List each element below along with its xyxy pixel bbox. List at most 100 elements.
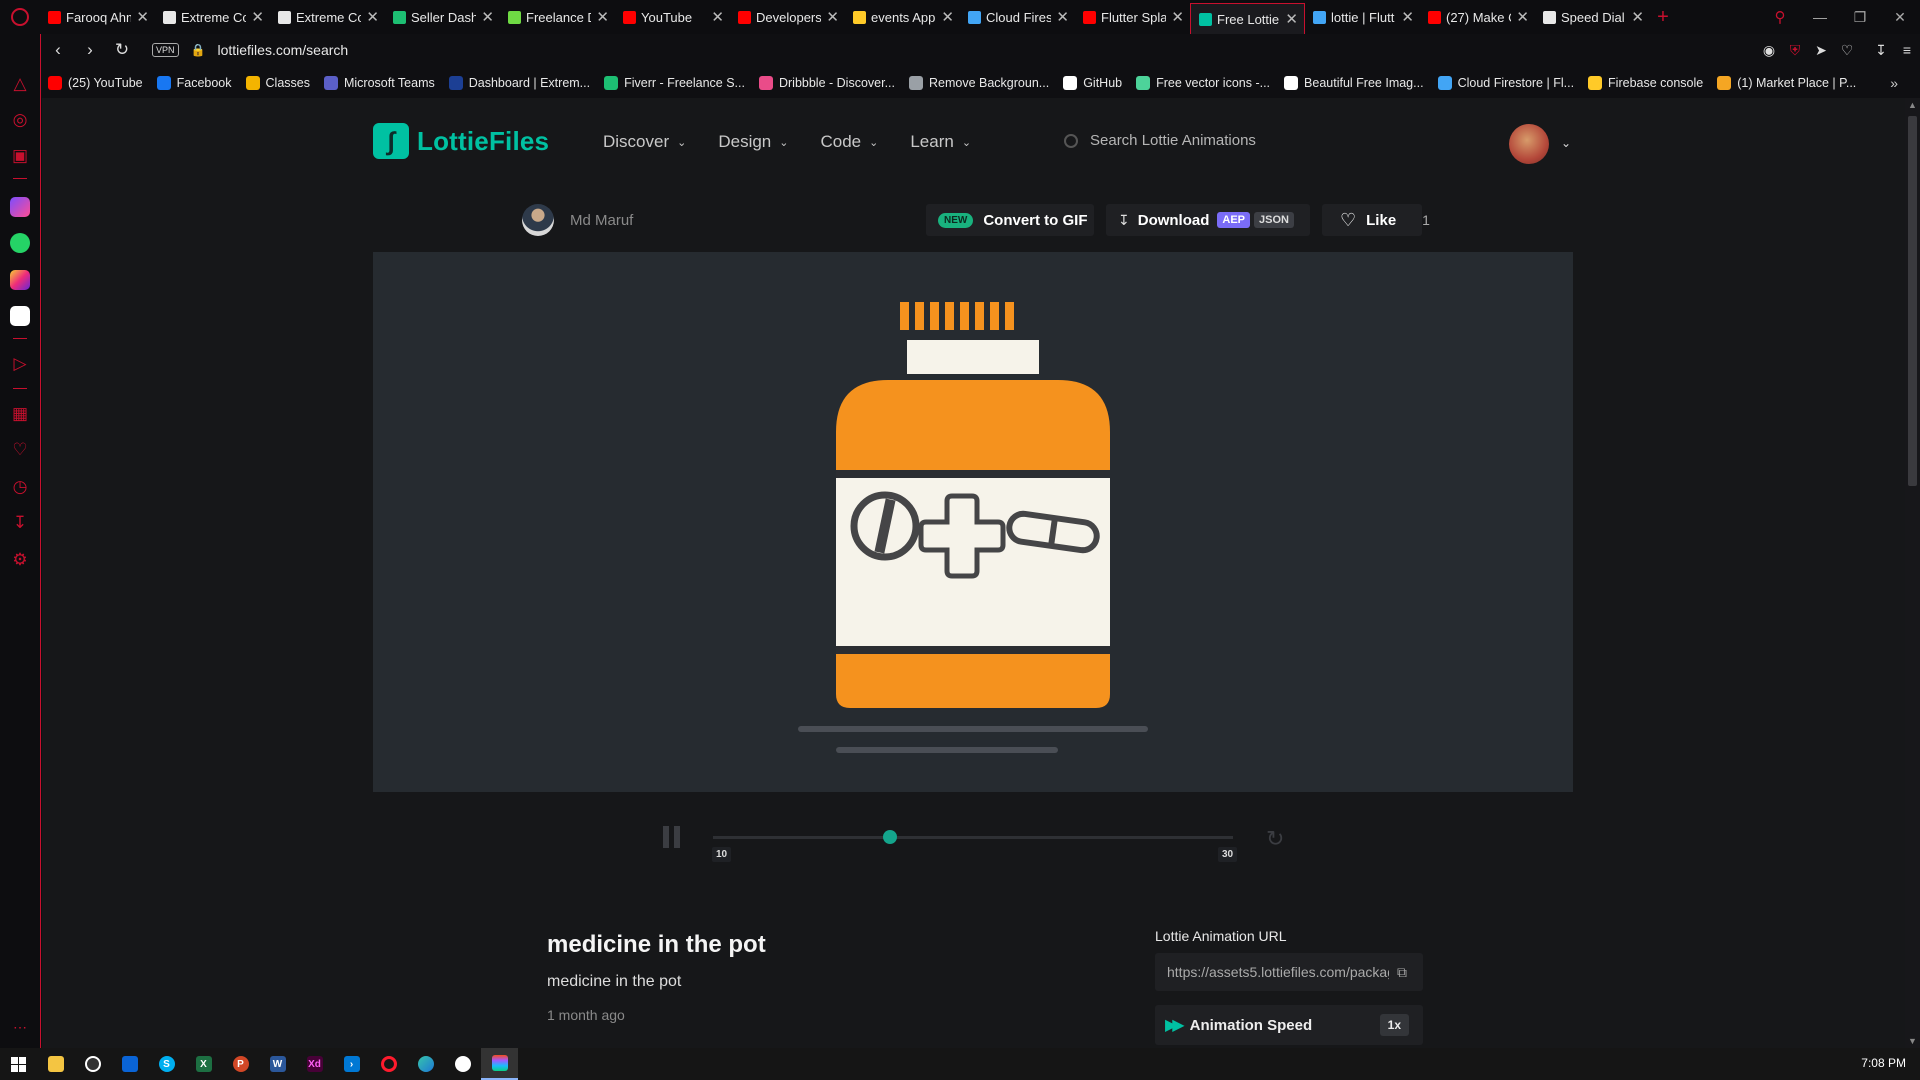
scroll-up-icon[interactable]: ▲ <box>1905 100 1920 110</box>
like-button[interactable]: ♡ Like 1 <box>1322 204 1430 236</box>
bookmark-item[interactable]: Remove Backgroun... <box>909 76 1049 90</box>
bookmark-item[interactable]: Facebook <box>156 76 232 90</box>
close-tab-icon[interactable]: ✕ <box>136 8 149 26</box>
lock-icon[interactable]: 🔒 <box>191 43 206 57</box>
camera-icon[interactable]: ◉ <box>1756 42 1782 59</box>
powerpoint-icon[interactable]: P <box>222 1048 259 1080</box>
whatsapp-icon[interactable] <box>10 233 30 253</box>
more-bookmarks-icon[interactable]: » <box>1890 75 1898 91</box>
reload-button[interactable]: ↻ <box>106 40 138 60</box>
bookmark-item[interactable]: GitHub <box>1063 76 1122 90</box>
close-tab-icon[interactable]: ✕ <box>251 8 264 26</box>
scroll-thumb[interactable] <box>1908 116 1917 486</box>
heart-icon[interactable]: ♡ <box>0 440 40 460</box>
browser-tab[interactable]: Speed Dial ✕ <box>1535 0 1650 34</box>
obs-icon[interactable] <box>74 1048 111 1080</box>
workspaces-icon[interactable]: ▦ <box>0 404 40 424</box>
scroll-down-icon[interactable]: ▼ <box>1905 1036 1920 1046</box>
nav-learn[interactable]: Learn ⌄ <box>910 132 971 152</box>
tab-search-icon[interactable]: ⚲ <box>1760 8 1800 26</box>
close-tab-icon[interactable]: ✕ <box>1171 8 1184 26</box>
adblock-shield-icon[interactable]: ⛨ <box>1782 42 1808 59</box>
bookmark-item[interactable]: (25) YouTube <box>48 76 143 90</box>
taskbar-clock[interactable]: 7:08 PM <box>1861 1056 1906 1070</box>
json-format-badge[interactable]: JSON <box>1254 212 1294 228</box>
windows-start-icon[interactable] <box>0 1048 37 1080</box>
browser-tab[interactable]: Farooq Ahm ✕ <box>40 0 155 34</box>
back-button[interactable]: ‹ <box>42 40 74 60</box>
word-icon[interactable]: W <box>259 1048 296 1080</box>
close-tab-icon[interactable]: ✕ <box>826 8 839 26</box>
instagram-icon[interactable] <box>10 270 30 290</box>
edge-icon[interactable] <box>407 1048 444 1080</box>
timeline-handle[interactable] <box>882 830 897 844</box>
minimize-button[interactable]: — <box>1800 9 1840 25</box>
bag-icon[interactable]: ▣ <box>0 146 40 166</box>
player-icon[interactable]: ▷ <box>0 354 40 374</box>
close-tab-icon[interactable]: ✕ <box>941 8 954 26</box>
send-icon[interactable]: ➤ <box>1808 42 1834 59</box>
user-avatar[interactable] <box>1509 124 1549 164</box>
animation-url-field[interactable]: https://assets5.lottiefiles.com/packages… <box>1155 953 1423 991</box>
easy-setup-icon[interactable]: ≡ <box>1894 42 1920 58</box>
bookmark-item[interactable]: Dribbble - Discover... <box>758 76 895 90</box>
close-tab-icon[interactable]: ✕ <box>1401 8 1414 26</box>
close-tab-icon[interactable]: ✕ <box>711 8 724 26</box>
close-tab-icon[interactable]: ✕ <box>1056 8 1069 26</box>
browser-tab[interactable]: Cloud Firest ✕ <box>960 0 1075 34</box>
steam-icon[interactable] <box>444 1048 481 1080</box>
adobe-xd-icon[interactable]: Xd <box>296 1048 333 1080</box>
bookmark-heart-icon[interactable]: ♡ <box>1834 42 1860 59</box>
history-icon[interactable]: ◷ <box>0 477 40 497</box>
forward-button[interactable]: › <box>74 40 106 60</box>
browser-tab[interactable]: Extreme Co ✕ <box>155 0 270 34</box>
close-window-button[interactable]: ✕ <box>1880 9 1920 26</box>
bookmark-item[interactable]: Free vector icons -... <box>1136 76 1270 90</box>
browser-tab[interactable]: lottie | Flutt ✕ <box>1305 0 1420 34</box>
chevron-down-icon[interactable]: ⌄ <box>1561 136 1571 150</box>
lottiefiles-logo[interactable]: ∫ LottieFiles <box>373 123 549 159</box>
excel-icon[interactable]: X <box>185 1048 222 1080</box>
game-controller-icon[interactable]: △ <box>0 74 40 94</box>
bookmark-item[interactable]: Dashboard | Extrem... <box>448 76 590 90</box>
close-tab-icon[interactable]: ✕ <box>1516 8 1529 26</box>
speedometer-icon[interactable]: ◎ <box>0 110 40 130</box>
close-tab-icon[interactable]: ✕ <box>596 8 609 26</box>
download-icon[interactable]: ↧ <box>1868 42 1894 59</box>
page-scrollbar[interactable]: ▲ ▼ <box>1905 98 1920 1048</box>
browser-tab[interactable]: Flutter Splas✕ <box>1075 0 1190 34</box>
loop-icon[interactable]: ↻ <box>1266 826 1284 852</box>
new-tab-button[interactable]: + <box>1650 6 1676 29</box>
opera-menu-icon[interactable] <box>0 0 40 34</box>
nav-code[interactable]: Code ⌄ <box>820 132 878 152</box>
animation-url-value[interactable]: https://assets5.lottiefiles.com/packages… <box>1167 964 1389 980</box>
opera-icon[interactable] <box>370 1048 407 1080</box>
bookmark-item[interactable]: Classes <box>245 76 310 90</box>
vscode-icon[interactable]: › <box>333 1048 370 1080</box>
browser-tab[interactable]: YouTube ✕ <box>615 0 730 34</box>
bookmark-item[interactable]: Beautiful Free Imag... <box>1284 76 1424 90</box>
author-info[interactable]: Md Maruf <box>522 204 633 236</box>
close-tab-icon[interactable]: ✕ <box>1285 10 1298 28</box>
convert-to-gif-button[interactable]: NEW Convert to GIF <box>926 204 1094 236</box>
bookmark-item[interactable]: Microsoft Teams <box>323 76 435 90</box>
downloads-icon[interactable]: ↧ <box>0 513 40 533</box>
close-tab-icon[interactable]: ✕ <box>366 8 379 26</box>
aep-format-badge[interactable]: AEP <box>1217 212 1251 228</box>
more-options-icon[interactable]: ⋯ <box>0 1019 40 1036</box>
download-button[interactable]: ↧ Download AEP JSON <box>1106 204 1310 236</box>
bookmark-item[interactable]: Firebase console <box>1588 76 1703 90</box>
discord-icon[interactable] <box>10 306 30 326</box>
nav-design[interactable]: Design ⌄ <box>718 132 788 152</box>
file-explorer-icon[interactable] <box>37 1048 74 1080</box>
browser-tab[interactable]: Free Lottie A ✕ <box>1190 3 1305 34</box>
messenger-icon[interactable] <box>10 197 30 217</box>
figma-icon[interactable] <box>481 1048 518 1080</box>
search-input[interactable] <box>1090 132 1330 149</box>
browser-tab[interactable]: Extreme Co ✕ <box>270 0 385 34</box>
close-tab-icon[interactable]: ✕ <box>1631 8 1644 26</box>
close-tab-icon[interactable]: ✕ <box>481 8 494 26</box>
pause-button[interactable] <box>663 826 681 848</box>
speed-value[interactable]: 1x <box>1379 1014 1409 1036</box>
browser-tab[interactable]: (27) Make C ✕ <box>1420 0 1535 34</box>
